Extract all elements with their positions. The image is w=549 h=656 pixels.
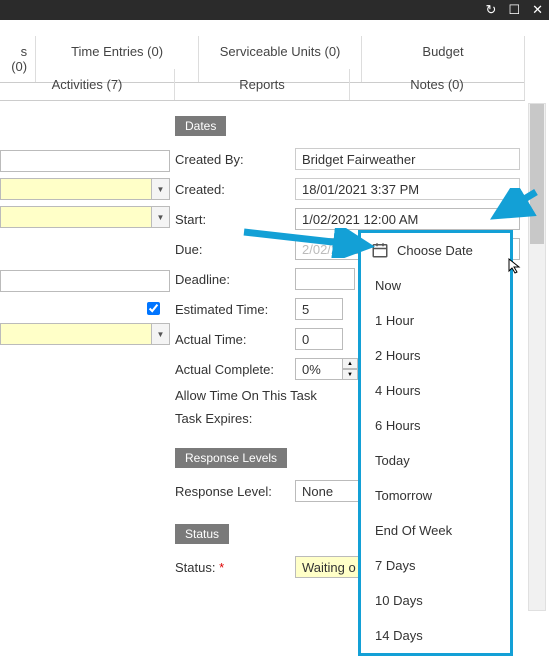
maximize-icon[interactable]: ☐ [508,2,520,18]
date-menu-item-now[interactable]: Now [361,268,510,303]
date-menu-item-tomorrow[interactable]: Tomorrow [361,478,510,513]
choose-date-label: Choose Date [397,243,473,258]
left-field-4[interactable] [0,270,170,292]
task-expires-label: Task Expires: [175,411,295,426]
chevron-down-icon[interactable]: ▼ [152,206,170,228]
date-menu-item-4hours[interactable]: 4 Hours [361,373,510,408]
response-level-label: Response Level: [175,484,295,499]
created-value: 18/01/2021 3:37 PM [295,178,520,200]
created-by-value: Bridget Fairweather [295,148,520,170]
date-quick-menu: Choose Date Now 1 Hour 2 Hours 4 Hours 6… [358,230,513,656]
act-time-label: Actual Time: [175,332,295,347]
date-menu-item-endofweek[interactable]: End Of Week [361,513,510,548]
tab-activities[interactable]: Activities (7) [0,69,175,100]
date-menu-item-2hours[interactable]: 2 Hours [361,338,510,373]
est-time-field[interactable]: 5 [295,298,343,320]
response-level-field[interactable]: None [295,480,365,502]
spinner[interactable]: ▲▼ [342,358,358,380]
left-field-1[interactable] [0,150,170,172]
chevron-down-icon[interactable]: ▼ [152,323,170,345]
dates-header: Dates [175,116,226,136]
act-complete-field[interactable]: 0% [295,358,343,380]
status-label: Status: * [175,560,295,575]
calendar-icon [371,241,389,259]
chevron-down-icon[interactable]: ▼ [496,206,514,224]
left-field-2[interactable] [0,178,152,200]
cursor-icon [508,258,524,277]
act-complete-label: Actual Complete: [175,362,295,377]
chevron-down-icon[interactable]: ▼ [152,178,170,200]
choose-date-item[interactable]: Choose Date [361,233,510,268]
spinner-up-icon[interactable]: ▲ [342,358,358,369]
scrollbar[interactable] [528,103,546,611]
created-by-label: Created By: [175,152,295,167]
allow-time-label: Allow Time On This Task [175,388,317,403]
titlebar: ↻ ☐ ✕ [0,0,549,20]
response-levels-header: Response Levels [175,448,287,468]
tabs-row-2: Activities (7) Reports Notes (0) [0,69,525,101]
act-time-field[interactable]: 0 [295,328,343,350]
start-label: Start: [175,212,295,227]
spinner-down-icon[interactable]: ▼ [342,369,358,380]
created-label: Created: [175,182,295,197]
date-menu-item-today[interactable]: Today [361,443,510,478]
tab-notes[interactable]: Notes (0) [350,69,525,100]
left-field-3[interactable] [0,206,152,228]
date-menu-item-14days[interactable]: 14 Days [361,618,510,653]
refresh-icon[interactable]: ↻ [486,2,497,18]
start-field[interactable]: 1/02/2021 12:00 AM [295,208,520,230]
required-indicator: * [219,560,224,575]
date-menu-item-1hour[interactable]: 1 Hour [361,303,510,338]
status-field[interactable]: Waiting o [295,556,365,578]
deadline-field[interactable] [295,268,355,290]
left-column: ▼ ▼ ▼ [0,150,170,351]
date-menu-item-10days[interactable]: 10 Days [361,583,510,618]
deadline-label: Deadline: [175,272,295,287]
due-label: Due: [175,242,295,257]
est-time-label: Estimated Time: [175,302,295,317]
close-icon[interactable]: ✕ [532,2,543,18]
date-menu-item-6hours[interactable]: 6 Hours [361,408,510,443]
scroll-thumb[interactable] [530,104,544,244]
left-field-5[interactable] [0,323,152,345]
date-menu-item-7days[interactable]: 7 Days [361,548,510,583]
status-header: Status [175,524,229,544]
left-checkbox[interactable] [147,302,160,315]
tab-reports[interactable]: Reports [175,69,350,100]
